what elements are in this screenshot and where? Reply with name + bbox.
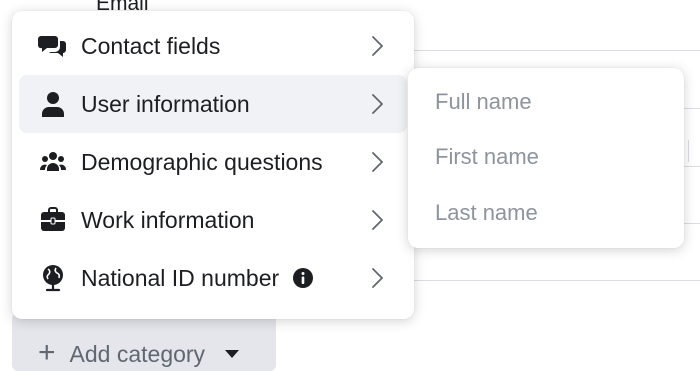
globe-icon xyxy=(38,263,68,293)
chevron-right-icon xyxy=(372,94,383,114)
menu-item-label: Contact fields xyxy=(81,32,221,59)
menu-item-label: User information xyxy=(81,90,250,117)
plus-icon: + xyxy=(38,336,56,369)
divider xyxy=(684,223,700,224)
chevron-right-icon xyxy=(372,268,383,288)
menu-item-label: Work information xyxy=(81,206,255,233)
info-icon[interactable] xyxy=(292,267,314,289)
menu-item-label: National ID number xyxy=(81,264,280,291)
divider xyxy=(684,166,700,167)
add-category-button[interactable]: + Add category xyxy=(12,313,276,371)
caret-down-icon xyxy=(225,350,240,358)
menu-item-label: Demographic questions xyxy=(81,148,323,175)
menu-item-national-id-number[interactable]: National ID number xyxy=(19,249,407,307)
person-icon xyxy=(38,89,68,119)
chat-bubbles-icon xyxy=(38,31,68,61)
submenu-item-last-name[interactable]: Last name xyxy=(408,185,684,241)
user-information-submenu: Full name First name Last name xyxy=(408,68,684,248)
menu-item-contact-fields[interactable]: Contact fields xyxy=(19,17,407,75)
group-icon xyxy=(38,147,68,177)
chevron-right-icon xyxy=(372,152,383,172)
briefcase-icon xyxy=(38,205,68,235)
submenu-item-first-name[interactable]: First name xyxy=(408,130,684,186)
chevron-right-icon xyxy=(372,36,383,56)
divider xyxy=(414,280,700,281)
chevron-right-icon xyxy=(372,210,383,230)
divider xyxy=(414,50,700,51)
divider xyxy=(684,108,700,109)
menu-item-work-information[interactable]: Work information xyxy=(19,191,407,249)
submenu-item-full-name[interactable]: Full name xyxy=(408,74,684,130)
menu-item-demographic-questions[interactable]: Demographic questions xyxy=(19,133,407,191)
category-menu: Contact fields User information Demograp… xyxy=(12,11,414,319)
divider xyxy=(688,140,689,162)
menu-item-user-information[interactable]: User information xyxy=(19,75,407,133)
add-category-label: Add category xyxy=(69,340,206,367)
